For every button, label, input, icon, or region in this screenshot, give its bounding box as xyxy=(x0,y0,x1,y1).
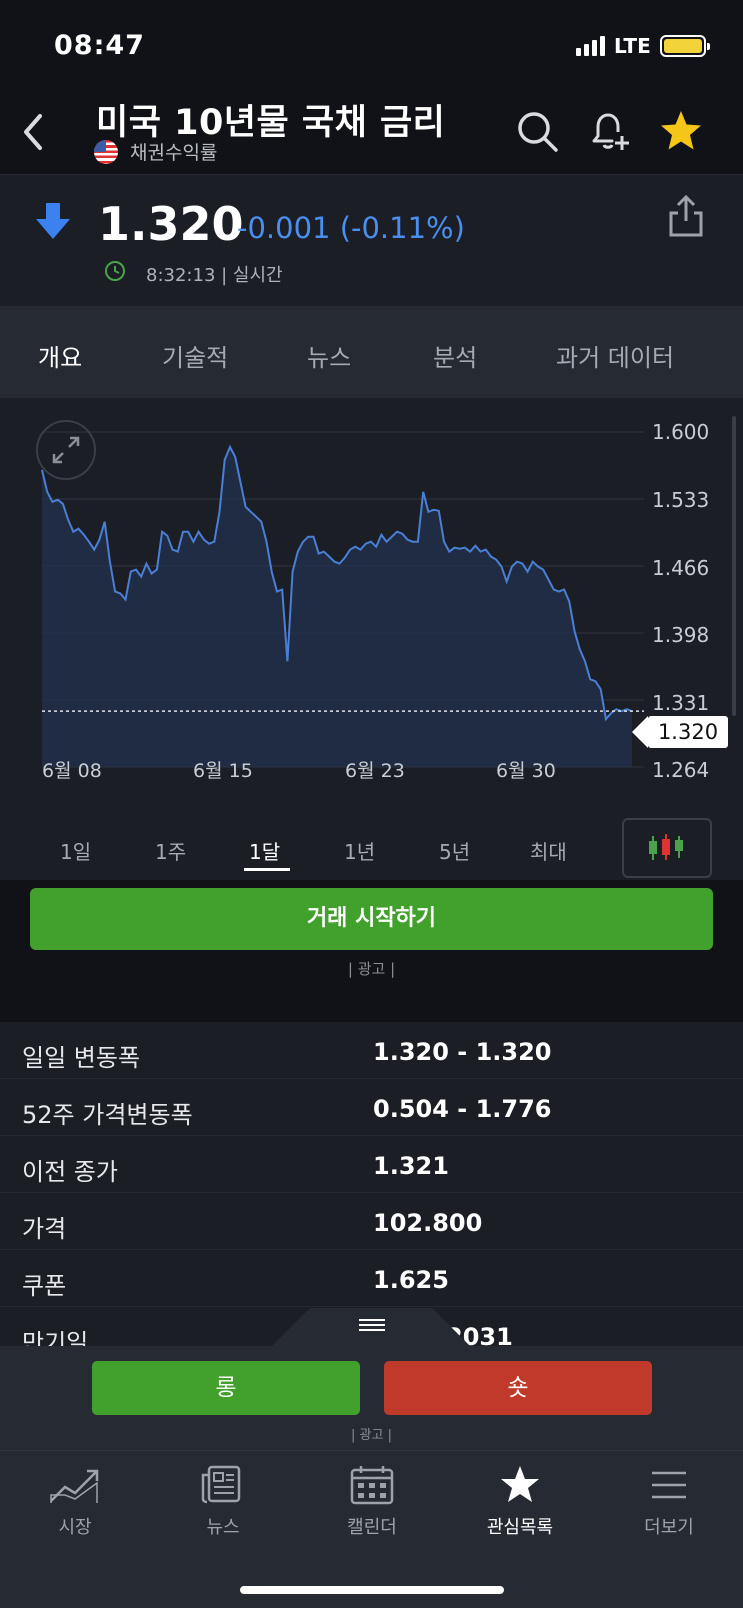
y-tick-label: 1.466 xyxy=(652,556,710,580)
trade-actions: 롱 숏 | 광고 | xyxy=(0,1346,743,1450)
status-time: 08:47 xyxy=(54,30,145,61)
stat-label: 52주 가격변동폭 xyxy=(22,1101,193,1129)
clock-icon xyxy=(105,261,125,281)
last-price: 1.320 xyxy=(98,197,244,251)
tabbar-markets[interactable]: 시장 xyxy=(20,1465,130,1539)
y-tick-label: 1.600 xyxy=(652,420,710,444)
price-chart[interactable]: 1.600 1.533 1.466 1.398 1.331 1.264 6월 0… xyxy=(0,398,743,798)
signal-icon xyxy=(576,36,605,56)
menu-icon xyxy=(652,1471,686,1499)
ad-label: | 광고 | xyxy=(351,1428,392,1443)
bell-plus-icon xyxy=(592,113,629,150)
expand-icon xyxy=(52,436,80,464)
y-tick-label: 1.331 xyxy=(652,691,710,715)
network-type: LTE xyxy=(614,34,651,58)
header: 미국 10년물 국채 금리 채권수익률 xyxy=(0,90,743,174)
status-bar: 08:47 LTE xyxy=(0,0,743,90)
calendar-icon xyxy=(350,1466,394,1505)
x-tick-label: 6월 15 xyxy=(193,760,253,782)
y-tick-label: 1.398 xyxy=(652,623,710,647)
x-tick-label: 6월 30 xyxy=(496,760,556,782)
stat-label: 쿠폰 xyxy=(22,1272,67,1300)
alert-button[interactable] xyxy=(586,108,632,154)
stat-row: 일일 변동폭 1.320 - 1.320 xyxy=(0,1022,743,1079)
stat-value: 1.320 - 1.320 xyxy=(373,1038,552,1066)
tabbar-watchlist[interactable]: 관심목록 xyxy=(465,1465,575,1539)
tab-overview[interactable]: 개요 xyxy=(38,338,82,373)
tabbar-label: 캘린더 xyxy=(347,1517,397,1538)
quote-time: 8:32:13 | 실시간 xyxy=(146,265,283,286)
us-flag-icon xyxy=(94,139,118,164)
range-1d[interactable]: 1일 xyxy=(60,836,91,865)
share-button[interactable] xyxy=(666,193,706,243)
start-trading-button[interactable]: 거래 시작하기 xyxy=(30,888,713,950)
drawer-handle[interactable] xyxy=(0,1306,743,1346)
short-button[interactable]: 숏 xyxy=(384,1361,652,1415)
section-tabs: 개요 기술적 뉴스 분석 과거 데이터 xyxy=(0,306,743,398)
range-1w[interactable]: 1주 xyxy=(155,836,186,865)
quote-panel: 1.320 -0.001 (-0.11%) 8:32:13 | 실시간 xyxy=(0,174,743,306)
home-indicator xyxy=(240,1586,504,1594)
stat-label: 이전 종가 xyxy=(22,1158,118,1186)
chart-scrollbar[interactable] xyxy=(732,416,736,716)
tabbar-news[interactable]: 뉴스 xyxy=(168,1465,278,1539)
stat-value: 102.800 xyxy=(373,1209,483,1237)
tab-technical[interactable]: 기술적 xyxy=(162,338,228,373)
stat-row: 쿠폰 1.625 xyxy=(0,1250,743,1307)
tabbar-label: 뉴스 xyxy=(206,1517,240,1538)
range-1y[interactable]: 1년 xyxy=(344,836,375,865)
stat-value: 1.321 xyxy=(373,1152,449,1180)
price-change: -0.001 (-0.11%) xyxy=(237,211,465,245)
tabbar-more[interactable]: 더보기 xyxy=(614,1465,724,1539)
market-chart-icon xyxy=(50,1469,99,1503)
down-arrow-icon xyxy=(36,203,70,239)
back-icon xyxy=(24,114,42,150)
tabbar-calendar[interactable]: 캘린더 xyxy=(317,1465,427,1539)
x-tick-label: 6월 23 xyxy=(345,760,405,782)
tab-historical-data[interactable]: 과거 데이터 xyxy=(556,338,674,373)
share-icon xyxy=(669,194,703,237)
search-icon xyxy=(518,112,558,152)
instrument-type: 채권수익률 xyxy=(130,142,218,164)
tabbar-label: 더보기 xyxy=(644,1517,694,1538)
news-icon xyxy=(201,1465,241,1504)
range-active-indicator xyxy=(244,868,290,871)
back-button[interactable] xyxy=(14,110,54,154)
tabbar-label: 관심목록 xyxy=(486,1517,554,1538)
expand-chart-button[interactable] xyxy=(36,420,96,480)
tab-news[interactable]: 뉴스 xyxy=(307,338,351,373)
range-5y[interactable]: 5년 xyxy=(439,836,470,865)
stat-row: 가격 102.800 xyxy=(0,1193,743,1250)
stat-row: 52주 가격변동폭 0.504 - 1.776 xyxy=(0,1079,743,1136)
y-tick-label: 1.533 xyxy=(652,488,710,512)
candlestick-icon xyxy=(649,834,683,860)
battery-icon xyxy=(660,35,710,57)
watchlist-star-button[interactable] xyxy=(658,108,704,154)
tab-analysis[interactable]: 분석 xyxy=(433,338,477,373)
stat-value: 1.625 xyxy=(373,1266,449,1294)
stat-label: 가격 xyxy=(22,1215,67,1243)
range-1m[interactable]: 1달 xyxy=(249,836,280,865)
tabbar-label: 시장 xyxy=(58,1517,92,1538)
range-max[interactable]: 최대 xyxy=(530,836,567,865)
star-icon xyxy=(661,111,701,150)
bottom-tab-bar: 시장 뉴스 캘린더 관심목록 더보기 xyxy=(0,1450,743,1608)
drawer-tab xyxy=(272,1308,470,1346)
stat-label: 일일 변동폭 xyxy=(22,1044,141,1072)
x-tick-label: 6월 08 xyxy=(42,760,102,782)
last-price-tag: 1.320 xyxy=(632,716,728,748)
y-tick-label: 1.264 xyxy=(652,758,710,782)
star-icon xyxy=(501,1466,539,1502)
long-button[interactable]: 롱 xyxy=(92,1361,360,1415)
series-area xyxy=(42,447,632,767)
ad-label: | 광고 | xyxy=(347,960,396,978)
chart-type-button[interactable] xyxy=(622,818,712,878)
subtitle-row: 채권수익률 xyxy=(94,138,217,165)
stat-value: 0.504 - 1.776 xyxy=(373,1095,552,1123)
search-button[interactable] xyxy=(514,108,560,154)
stat-row: 이전 종가 1.321 xyxy=(0,1136,743,1193)
